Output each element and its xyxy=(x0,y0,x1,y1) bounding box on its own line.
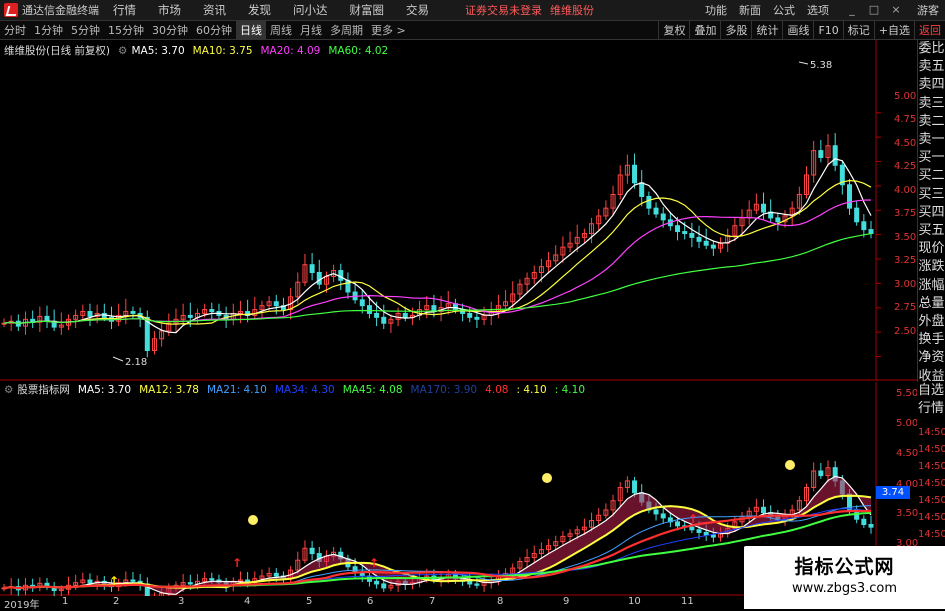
x-label: 4 xyxy=(244,596,251,607)
x-label: 8 xyxy=(497,596,504,607)
side-panel-tabs: 自选 行情 xyxy=(917,382,945,426)
x-label: 6 xyxy=(367,596,374,607)
watermark-url: www.zbgs3.com xyxy=(791,581,898,596)
x-label: 7 xyxy=(429,596,436,607)
side-change-pct[interactable]: 涨幅 xyxy=(918,277,945,295)
annotation-lines xyxy=(112,61,809,362)
side-sell4[interactable]: 卖四 xyxy=(918,76,945,94)
side-turnover[interactable]: 换手 xyxy=(918,331,945,349)
side-sell3[interactable]: 卖三 xyxy=(918,95,945,113)
side-weibi[interactable]: 委比 xyxy=(918,40,945,58)
side-change[interactable]: 涨跌 xyxy=(918,258,945,276)
x-label: 3 xyxy=(178,596,185,607)
side-buy5[interactable]: 买五 xyxy=(918,222,945,240)
side-buy2[interactable]: 买二 xyxy=(918,167,945,185)
side-net-asset[interactable]: 净资 xyxy=(918,349,945,367)
side-sell5[interactable]: 卖五 xyxy=(918,58,945,76)
side-price[interactable]: 现价 xyxy=(918,240,945,258)
x-label: 2 xyxy=(113,596,120,607)
x-label: 1 xyxy=(62,596,69,607)
signal-arrow-icon: ↑ xyxy=(109,574,120,588)
watermark-box: 指标公式网 www.zbgs3.com xyxy=(744,546,945,609)
x-label: 5 xyxy=(306,596,313,607)
x-label: 9 xyxy=(563,596,570,607)
signal-bubble xyxy=(785,460,795,470)
buy-arrow-icon: ↑ xyxy=(688,512,699,526)
x-label: 11 xyxy=(681,596,694,607)
watermark-title: 指标公式网 xyxy=(794,556,895,578)
buy-arrow-icon: ↑ xyxy=(369,556,380,570)
side-buy1[interactable]: 买一 xyxy=(918,149,945,167)
side-tab-quotes[interactable]: 行情 xyxy=(917,400,945,418)
side-sell1[interactable]: 卖一 xyxy=(918,131,945,149)
side-outer[interactable]: 外盘 xyxy=(918,313,945,331)
side-buy3[interactable]: 买三 xyxy=(918,186,945,204)
buy-arrow-icon: ↑ xyxy=(232,556,243,570)
signal-bubble xyxy=(542,473,552,483)
x-label: 10 xyxy=(628,596,641,607)
side-tab-watchlist[interactable]: 自选 xyxy=(917,382,945,400)
side-sell2[interactable]: 卖二 xyxy=(918,113,945,131)
quote-side-panel: 委比 卖五 卖四 卖三 卖二 卖一 买一 买二 买三 买四 买五 现价 涨跌 涨… xyxy=(917,40,945,406)
side-buy4[interactable]: 买四 xyxy=(918,204,945,222)
signal-bubble xyxy=(248,515,258,525)
side-volume[interactable]: 总量 xyxy=(918,295,945,313)
